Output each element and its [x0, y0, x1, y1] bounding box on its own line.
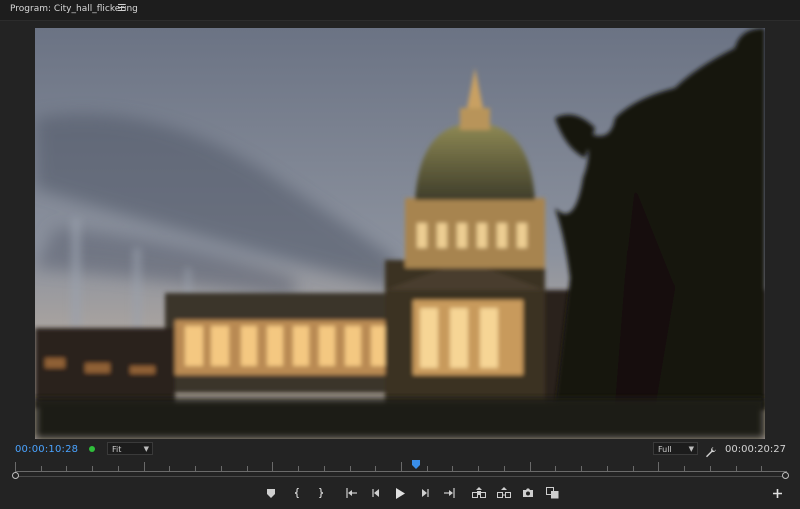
- scroll-bar-left-handle[interactable]: [12, 472, 19, 479]
- program-monitor-viewer[interactable]: [35, 28, 765, 439]
- zoom-scroll-bar[interactable]: [15, 476, 785, 477]
- transport-controls: [0, 486, 800, 502]
- play-icon[interactable]: [393, 486, 407, 500]
- zoom-level-select[interactable]: Fit ▼: [107, 442, 153, 455]
- status-indicator: [89, 446, 95, 452]
- step-forward-icon[interactable]: [418, 486, 432, 500]
- extract-icon[interactable]: [497, 486, 511, 500]
- panel-header: Program: City_hall_flickering: [0, 0, 800, 21]
- lift-icon[interactable]: [472, 486, 486, 500]
- wrench-icon[interactable]: [705, 443, 717, 458]
- go-to-out-icon[interactable]: [442, 486, 456, 500]
- program-monitor-panel: Program: City_hall_flickering 00:00:10:2…: [0, 0, 800, 509]
- hamburger-menu-icon[interactable]: [118, 4, 128, 14]
- chevron-down-icon: ▼: [143, 445, 149, 453]
- comparison-view-icon[interactable]: [545, 486, 559, 500]
- scroll-bar-right-handle[interactable]: [782, 472, 789, 479]
- plus-icon[interactable]: [770, 486, 784, 500]
- zoom-level-value: Fit: [112, 445, 122, 454]
- playback-resolution-select[interactable]: Full ▼: [653, 442, 698, 455]
- duration-timecode: 00:00:20:27: [725, 444, 787, 455]
- go-to-in-icon[interactable]: [345, 486, 359, 500]
- mark-in-icon[interactable]: [291, 486, 305, 500]
- time-ruler[interactable]: [15, 462, 787, 472]
- playback-resolution-value: Full: [658, 445, 672, 454]
- export-frame-icon[interactable]: [521, 486, 535, 500]
- step-back-icon[interactable]: [369, 486, 383, 500]
- video-frame: [35, 28, 765, 439]
- monitor-controls-row: 00:00:10:28 Fit ▼ Full ▼ 00:00:20:27: [0, 441, 800, 459]
- mark-out-icon[interactable]: [313, 486, 327, 500]
- current-timecode[interactable]: 00:00:10:28: [15, 444, 78, 455]
- add-marker-icon[interactable]: [264, 486, 278, 500]
- playhead-marker[interactable]: [412, 460, 421, 469]
- chevron-down-icon: ▼: [688, 445, 694, 453]
